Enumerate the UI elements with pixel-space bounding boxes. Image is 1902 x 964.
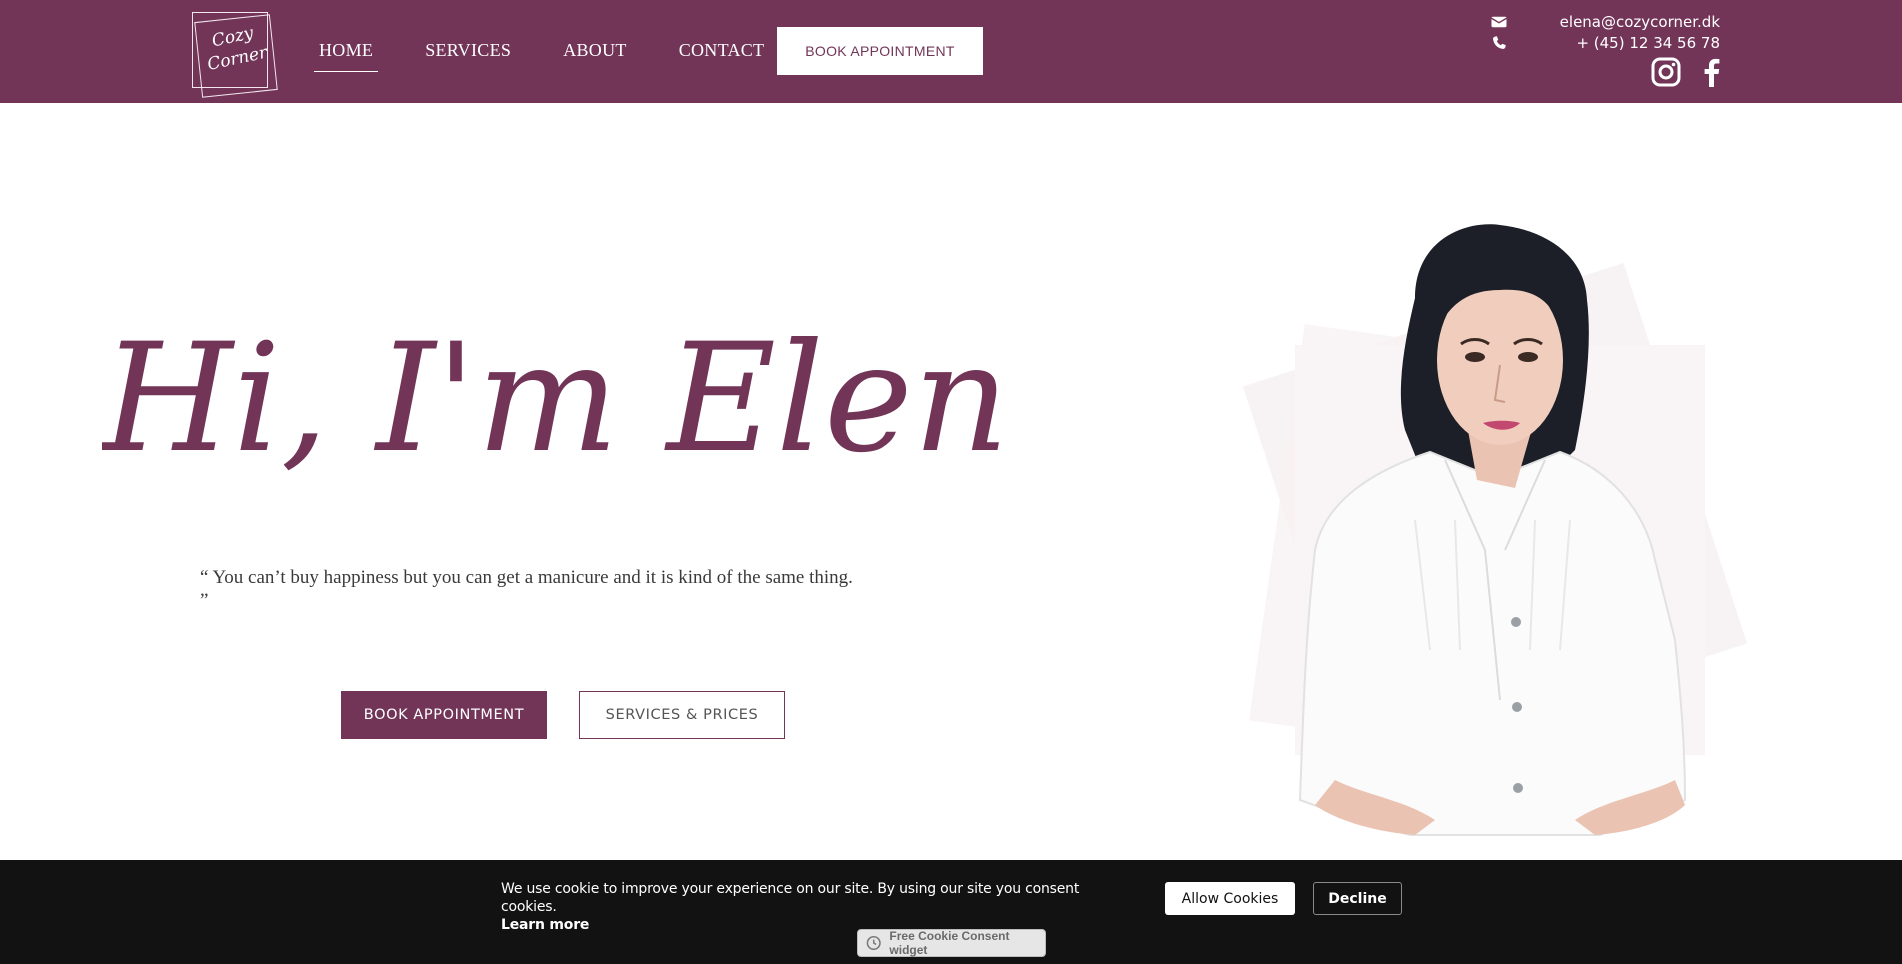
contact-info: elena@cozycorner.dk + (45) 12 34 56 78 [1560,12,1720,54]
contact-icons [1490,13,1510,55]
contact-email[interactable]: elena@cozycorner.dk [1560,12,1720,33]
cookie-message-block: We use cookie to improve your experience… [501,880,1131,934]
decline-cookies-button[interactable]: Decline [1313,882,1402,915]
nav-home[interactable]: HOME [314,38,379,72]
hero-quote: “ You can’t buy happiness but you can ge… [200,567,853,611]
site-logo[interactable]: Cozy Corner [190,10,278,98]
nav-contact[interactable]: CONTACT [674,38,770,72]
book-appointment-button[interactable]: BOOK APPOINTMENT [341,691,547,739]
social-links [1650,56,1742,88]
cookie-consent-bar: We use cookie to improve your experience… [0,860,1902,964]
main-nav: HOME SERVICES ABOUT CONTACT [314,38,811,72]
facebook-icon[interactable] [1696,56,1728,88]
cookie-message: We use cookie to improve your experience… [501,881,1080,915]
cookie-widget-label: Free Cookie Consent widget [889,929,1010,957]
header-book-appointment-button[interactable]: BOOK APPOINTMENT [777,27,983,75]
portrait-image [1242,224,1748,836]
envelope-icon [1491,16,1507,28]
contact-phone[interactable]: + (45) 12 34 56 78 [1560,33,1720,54]
instagram-icon[interactable] [1650,56,1682,88]
phone-icon [1493,36,1506,49]
site-header: Cozy Corner HOME SERVICES ABOUT CONTACT … [0,0,1902,103]
allow-cookies-button[interactable]: Allow Cookies [1165,882,1295,915]
services-prices-button[interactable]: SERVICES & PRICES [579,691,785,739]
nav-services[interactable]: SERVICES [420,38,516,72]
nav-about[interactable]: ABOUT [558,38,632,72]
hero-title: Hi, I'm Elena [102,312,1002,486]
history-icon [866,935,881,951]
cookie-consent-widget-badge[interactable]: Free Cookie Consent widget [857,929,1046,957]
hero-title-text: Hi, I'm Elena [102,312,1002,486]
